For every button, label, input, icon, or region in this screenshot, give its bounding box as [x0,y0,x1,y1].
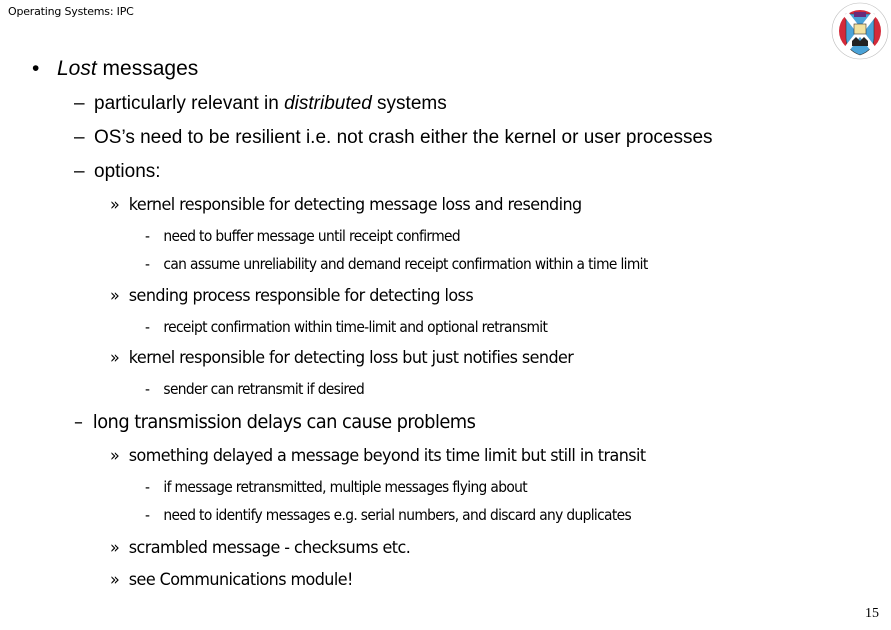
subpoint-distributed: – particularly relevant in distributed sy… [74,93,447,115]
text: need to buffer message until receipt con… [163,227,460,245]
dash-marker: – [74,127,85,148]
hyphen-marker: - [145,318,150,336]
emphasis-distributed: distributed [284,93,372,114]
raquo-marker: » [110,286,120,306]
text: kernel responsible for detecting message… [128,195,582,215]
subpoint-delays: – long transmission delays can cause prob… [74,411,476,433]
text: options: [94,161,161,182]
bullet-lost-messages: • Lost messages [32,57,198,81]
option-sender-detect: » sending process responsible for detecti… [110,286,474,306]
text: if message retransmitted, multiple messa… [163,478,528,496]
detail-unreliability: - can assume unreliability and demand rec… [145,255,648,273]
detail-buffer: - need to buffer message until receipt co… [145,227,461,245]
page-number: 15 [865,606,879,621]
bullet-text: messages [96,57,199,80]
university-crest-logo [831,2,889,60]
raquo-marker: » [110,446,120,466]
dash-marker: – [74,411,83,433]
text: something delayed a message beyond its t… [128,446,646,466]
raquo-marker: » [110,570,120,590]
text: OS’s need to be resilient i.e. not crash… [94,127,713,148]
detail-serial-numbers: - need to identify messages e.g. serial n… [145,506,632,524]
detail-multiple-messages: - if message retransmitted, multiple mess… [145,478,528,496]
text: kernel responsible for detecting loss bu… [128,348,574,368]
text: long transmission delays can cause probl… [92,411,476,433]
detail-sender-retransmit: - sender can retransmit if desired [145,380,365,398]
option-see-module: » see Communications module! [110,570,353,590]
text: sender can retransmit if desired [163,380,365,398]
detail-receipt-confirmation: - receipt confirmation within time-limit … [145,318,548,336]
option-kernel-notify: » kernel responsible for detecting loss b… [110,348,574,368]
option-scrambled: » scrambled message - checksums etc. [110,538,411,558]
text: receipt confirmation within time-limit a… [163,318,548,336]
text: systems [371,93,447,114]
hyphen-marker: - [145,506,150,524]
hyphen-marker: - [145,478,150,496]
hyphen-marker: - [145,227,150,245]
slide-header-title: Operating Systems: IPC [8,5,134,18]
raquo-marker: » [110,538,120,558]
bullet-marker: • [32,57,40,80]
text: scrambled message - checksums etc. [128,538,411,558]
emphasis-lost: Lost [57,57,97,80]
raquo-marker: » [110,195,120,215]
option-delayed-message: » something delayed a message beyond its … [110,446,646,466]
text: sending process responsible for detectin… [128,286,474,306]
text: need to identify messages e.g. serial nu… [163,506,632,524]
text: particularly relevant in [94,93,285,114]
dash-marker: – [74,161,85,182]
option-kernel-resend: » kernel responsible for detecting messag… [110,195,582,215]
dash-marker: – [74,93,85,114]
hyphen-marker: - [145,380,150,398]
subpoint-resilient: – OS’s need to be resilient i.e. not cras… [74,127,713,149]
subpoint-options: – options: [74,161,161,183]
raquo-marker: » [110,348,120,368]
hyphen-marker: - [145,255,150,273]
text: see Communications module! [128,570,354,590]
text: can assume unreliability and demand rece… [163,255,648,273]
